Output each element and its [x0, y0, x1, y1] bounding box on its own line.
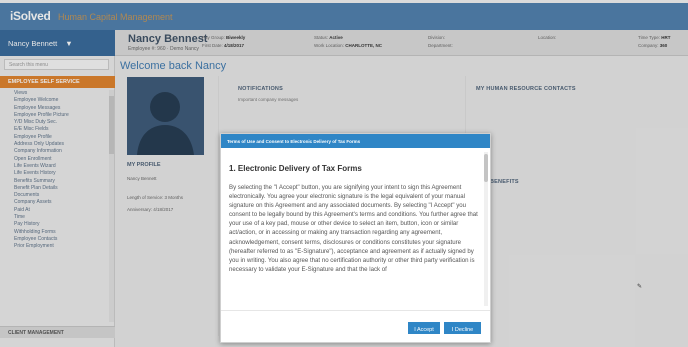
- modal-heading: 1. Electronic Delivery of Tax Forms: [229, 164, 362, 173]
- modal-body[interactable]: 1. Electronic Delivery of Tax Forms By s…: [221, 148, 490, 310]
- accept-button[interactable]: I Accept: [408, 322, 440, 334]
- modal-scrollbar[interactable]: [484, 152, 488, 306]
- modal-text: By selecting the "I Accept" button, you …: [229, 184, 478, 273]
- modal-scrollbar-thumb[interactable]: [484, 154, 488, 182]
- modal-header: Terms of Use and Consent to Electronic D…: [221, 134, 490, 148]
- modal-footer: I Accept I Decline: [221, 310, 490, 342]
- mouse-cursor-icon: ✎: [637, 284, 643, 290]
- terms-modal: Terms of Use and Consent to Electronic D…: [220, 133, 491, 343]
- decline-button[interactable]: I Decline: [444, 322, 481, 334]
